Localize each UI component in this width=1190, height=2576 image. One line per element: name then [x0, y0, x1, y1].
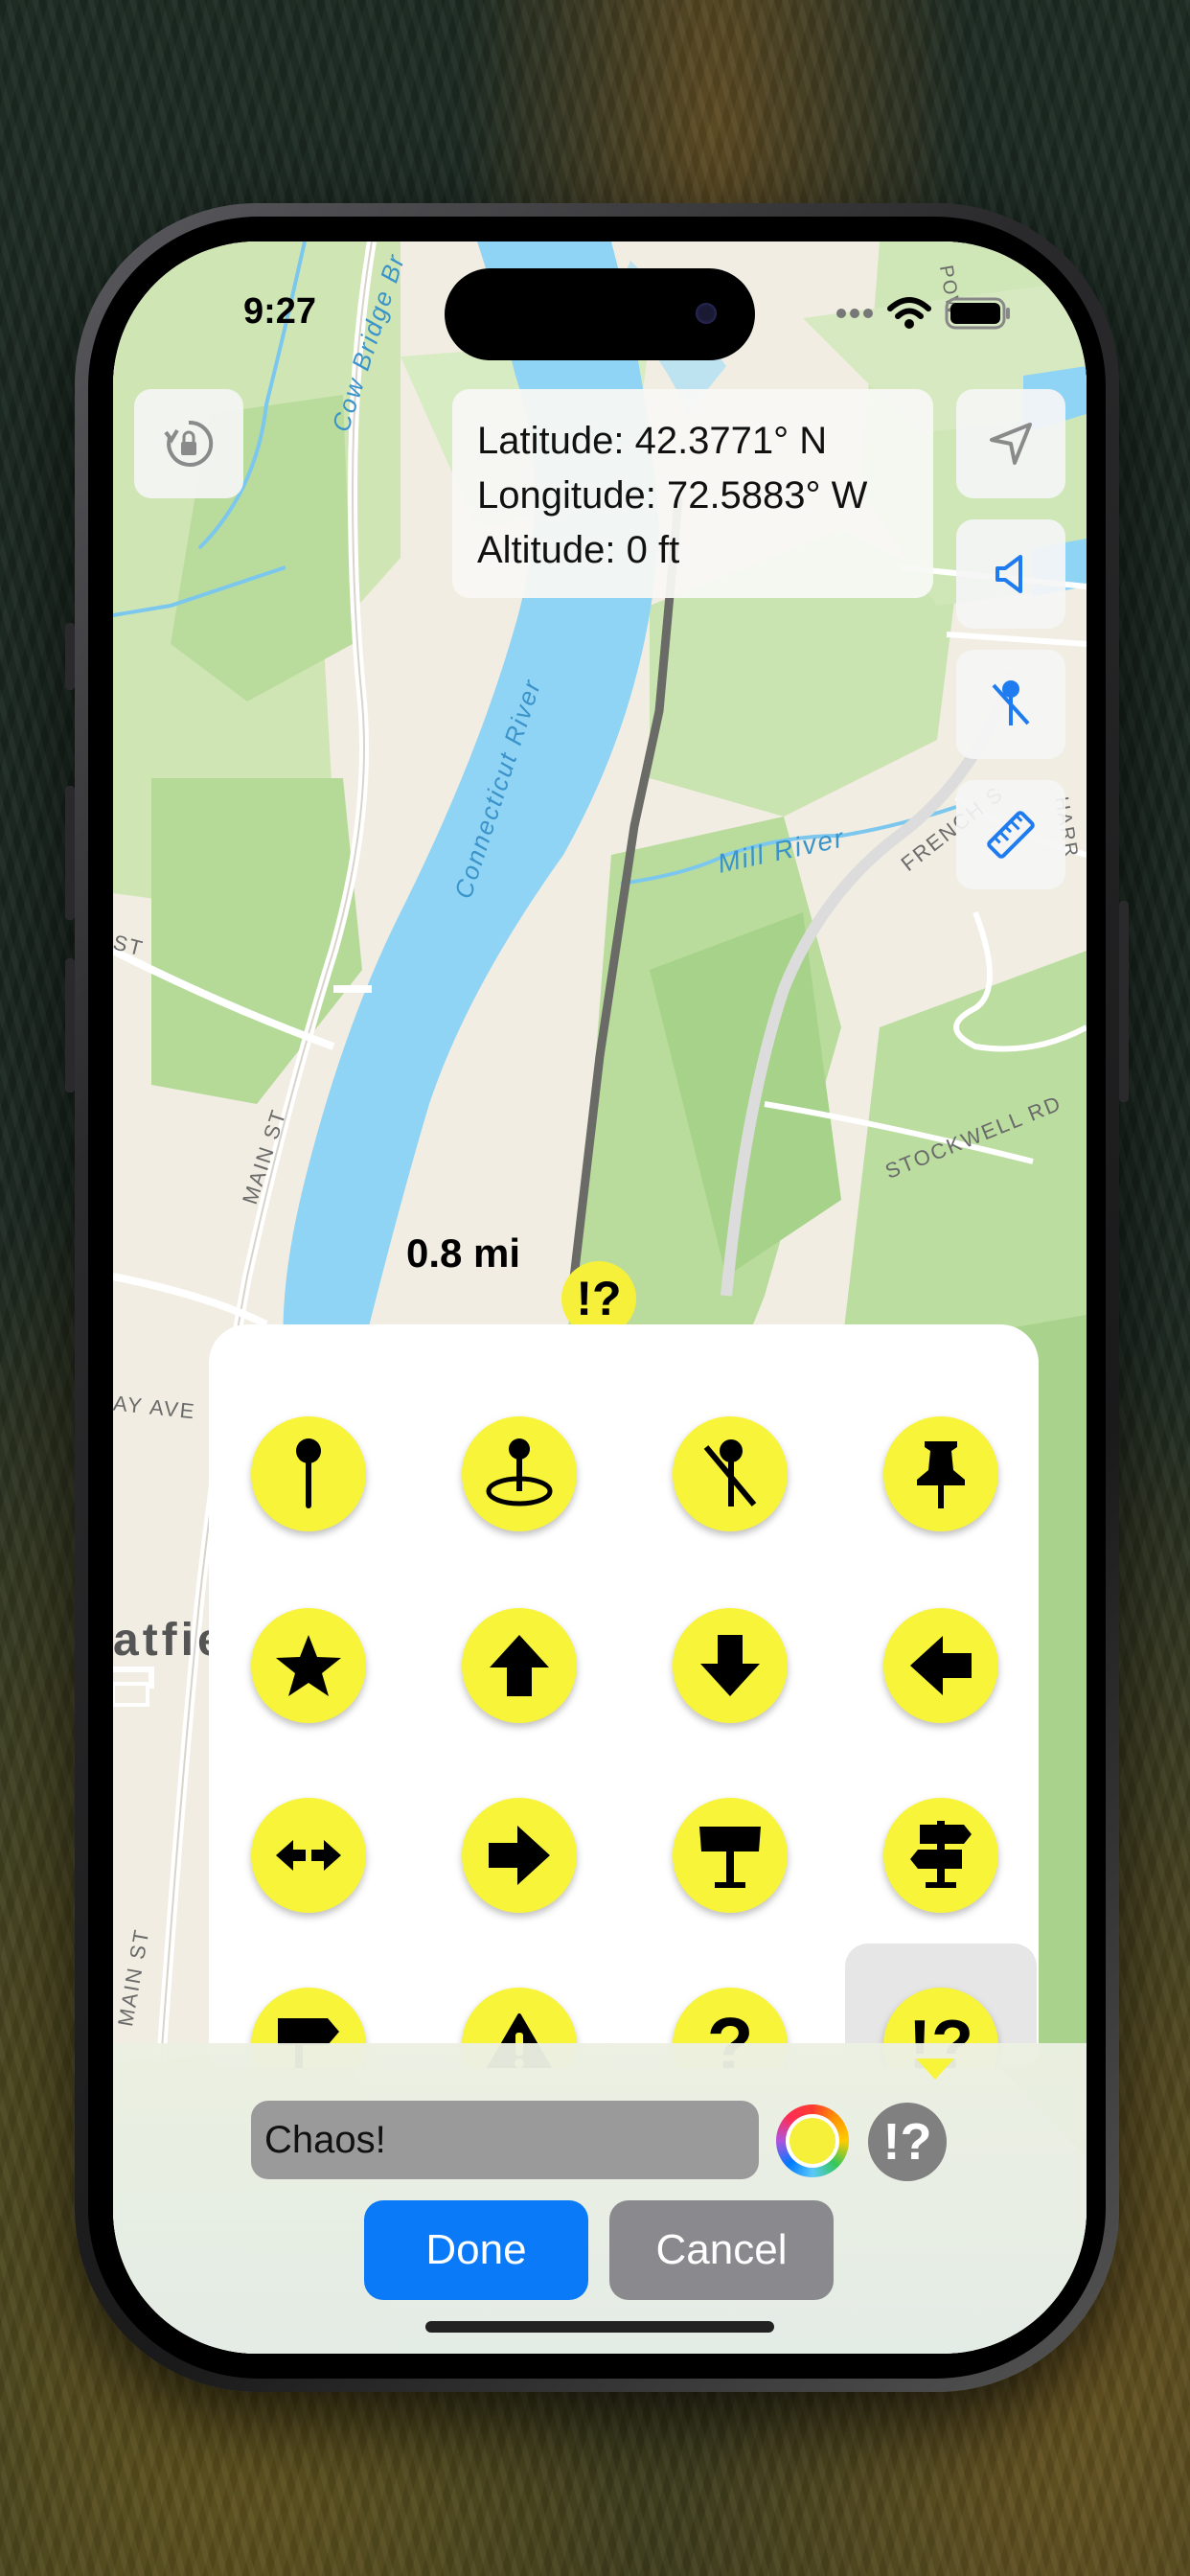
- arrow-down-icon: [700, 1635, 760, 1696]
- pushpin-icon: [917, 1441, 965, 1508]
- camera-icon: [696, 303, 717, 324]
- location-button[interactable]: [956, 389, 1065, 498]
- selected-color-swatch: [790, 2118, 835, 2164]
- altitude-text: Altitude: 0 ft: [477, 529, 680, 571]
- pin-name-input[interactable]: [251, 2101, 759, 2179]
- wifi-icon: [887, 297, 931, 329]
- location-arrow-icon: [990, 423, 1032, 465]
- phone-screen: Cow Bridge Br Connecticut River Mill Riv…: [113, 242, 1087, 2354]
- arrow-up-icon: [490, 1635, 549, 1696]
- signpost-icon: [699, 1827, 761, 1888]
- pin-circle-icon: [486, 1438, 553, 1506]
- volume-down-button: [65, 958, 75, 1092]
- status-time: 9:27: [243, 291, 317, 332]
- home-indicator: [425, 2321, 774, 2333]
- picker-signpost[interactable]: [673, 1798, 788, 1913]
- longitude-text: Longitude: 72.5883° W: [477, 474, 868, 517]
- coordinates-panel: Latitude: 42.3771° N Longitude: 72.5883°…: [452, 389, 933, 598]
- action-button: [65, 623, 75, 690]
- pin-slash-button[interactable]: [956, 650, 1065, 759]
- rotate-lock-icon: [164, 420, 214, 467]
- arrow-left-right-icon: [276, 1840, 341, 1871]
- picker-pin[interactable]: [251, 1416, 366, 1531]
- picker-arrow-down[interactable]: [673, 1608, 788, 1723]
- picker-pin-slash[interactable]: [673, 1416, 788, 1531]
- distance-label: 0.8 mi: [406, 1230, 521, 1276]
- pin-slash-icon: [703, 1439, 757, 1506]
- icon-picker: ? !?: [209, 1324, 1039, 2068]
- pin-editor-bar: [113, 2043, 1087, 2354]
- picker-pin-circle[interactable]: [462, 1416, 577, 1531]
- battery-icon: [945, 297, 1010, 330]
- arrow-left-icon: [910, 1636, 972, 1695]
- volume-up-button: [65, 786, 75, 920]
- cancel-button[interactable]: Cancel: [609, 2200, 834, 2300]
- pin-slash-icon: [992, 680, 1030, 725]
- picker-pushpin[interactable]: [883, 1416, 998, 1531]
- done-button[interactable]: Done: [364, 2200, 588, 2300]
- latitude-text: Latitude: 42.3771° N: [477, 420, 828, 462]
- signal-dots-icon: [836, 309, 873, 318]
- picker-arrow-left[interactable]: [883, 1608, 998, 1723]
- picker-arrow-right[interactable]: [462, 1798, 577, 1913]
- ruler-button[interactable]: [956, 780, 1065, 889]
- status-icons: [835, 297, 1012, 330]
- signpost-two-way-icon: [910, 1821, 972, 1888]
- speaker-icon: [995, 555, 1022, 593]
- selected-icon-button[interactable]: !?: [868, 2103, 947, 2181]
- selected-pointer: [916, 2058, 954, 2080]
- side-button: [1119, 901, 1129, 1102]
- dynamic-island: [445, 268, 755, 360]
- arrow-right-icon: [489, 1826, 550, 1885]
- picker-arrow-left-right[interactable]: [251, 1798, 366, 1913]
- speaker-button[interactable]: [956, 519, 1065, 629]
- rotate-lock-button[interactable]: [134, 389, 243, 498]
- picker-arrow-up[interactable]: [462, 1608, 577, 1723]
- star-icon: [276, 1635, 341, 1696]
- color-picker-button[interactable]: [776, 2104, 849, 2177]
- picker-star[interactable]: [251, 1608, 366, 1723]
- picker-signpost-two-way[interactable]: [883, 1798, 998, 1913]
- ruler-icon: [987, 811, 1035, 859]
- pin-icon: [296, 1438, 321, 1508]
